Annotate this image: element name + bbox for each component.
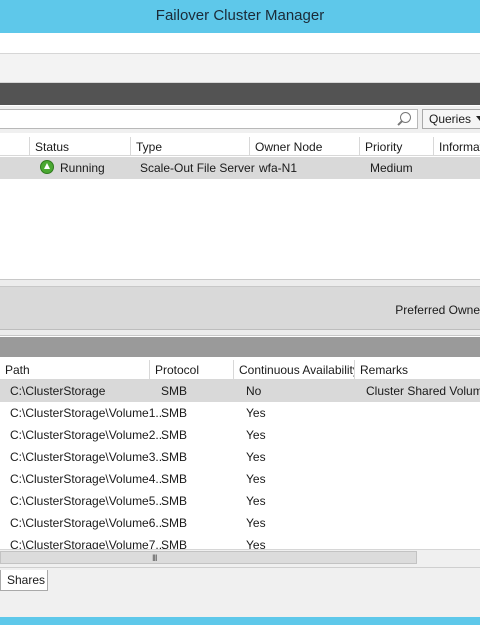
queries-button[interactable]: Queries [422,109,480,129]
table-row[interactable]: C:\ClusterStorage SMB No Cluster Shared … [0,380,480,402]
preferred-owners-link[interactable]: Preferred Owne [395,303,480,317]
window-title: Failover Cluster Manager [155,7,325,24]
table-row[interactable]: C:\ClusterStorage\Volume2... SMB Yes [0,424,480,446]
status-area [0,591,480,617]
details-summary-pane: Preferred Owne [0,287,480,330]
role-owner-node: wfa-N1 [259,161,298,175]
share-path: C:\ClusterStorage\Volume1... [10,406,166,420]
scrollbar-thumb[interactable] [0,551,417,564]
table-row[interactable]: C:\ClusterStorage\Volume4... SMB Yes [0,468,480,490]
column-header-information[interactable]: Informati [434,137,480,156]
column-header-remarks[interactable]: Remarks [355,360,480,380]
share-protocol: SMB [161,450,188,464]
share-protocol: SMB [161,384,188,398]
toolbar [0,54,480,83]
share-ca: Yes [246,428,266,442]
share-ca: Yes [246,472,266,486]
shares-pane-header [0,337,480,357]
share-ca: Yes [246,494,266,508]
share-path: C:\ClusterStorage\Volume7... [10,538,166,549]
share-ca: No [246,384,262,398]
column-header-protocol[interactable]: Protocol [150,360,234,380]
table-row[interactable]: C:\ClusterStorage\Volume7... SMB Yes [0,534,480,549]
share-ca: Yes [246,538,266,549]
share-ca: Yes [246,516,266,530]
column-header-owner-node[interactable]: Owner Node [250,137,360,156]
share-protocol: SMB [161,406,188,420]
share-protocol: SMB [161,516,188,530]
table-row[interactable]: C:\ClusterStorage\Volume6... SMB Yes [0,512,480,534]
shares-grid: Path Protocol Continuous Availability Re… [0,360,480,549]
share-protocol: SMB [161,494,188,508]
table-row[interactable]: C:\ClusterStorage\Volume3... SMB Yes [0,446,480,468]
role-status: Running [60,161,105,175]
table-row[interactable]: Running Scale-Out File Server wfa-N1 Med… [0,157,480,179]
share-protocol: SMB [161,538,188,549]
column-header-type[interactable]: Type [131,137,250,156]
window-bottom-border [0,617,480,625]
running-status-icon [40,160,54,174]
share-protocol: SMB [161,472,188,486]
tab-strip: Shares [0,567,480,592]
roles-pane-header [0,83,480,105]
role-priority: Medium [370,161,413,175]
column-header-path[interactable]: Path [0,360,150,380]
tab-shares[interactable]: Shares [0,570,48,591]
queries-label: Queries [429,112,472,126]
column-header-priority[interactable]: Priority [360,137,434,156]
column-header-name[interactable] [0,137,30,156]
pane-splitter-lower[interactable] [0,330,480,336]
pane-splitter[interactable] [0,279,480,287]
column-header-status[interactable]: Status [30,137,131,156]
share-remarks: Cluster Shared Volumes [366,384,480,398]
role-type: Scale-Out File Server [140,161,255,175]
share-path: C:\ClusterStorage\Volume6... [10,516,166,530]
share-path: C:\ClusterStorage\Volume5... [10,494,166,508]
search-input[interactable] [0,109,418,129]
column-header-continuous-availability[interactable]: Continuous Availability [234,360,355,380]
share-ca: Yes [246,406,266,420]
share-protocol: SMB [161,428,188,442]
share-path: C:\ClusterStorage [10,384,106,398]
share-ca: Yes [246,450,266,464]
scrollbar-grip-icon: III [152,553,157,563]
share-path: C:\ClusterStorage\Volume3... [10,450,166,464]
share-path: C:\ClusterStorage\Volume2... [10,428,166,442]
chevron-down-icon [476,116,480,121]
roles-grid: Status Type Owner Node Priority Informat… [0,137,480,279]
search-row: Queries [0,106,480,133]
menu-bar [0,33,480,54]
title-bar: Failover Cluster Manager [0,0,480,33]
search-icon[interactable] [400,112,411,123]
table-row[interactable]: C:\ClusterStorage\Volume5... SMB Yes [0,490,480,512]
table-row[interactable]: C:\ClusterStorage\Volume1... SMB Yes [0,402,480,424]
share-path: C:\ClusterStorage\Volume4... [10,472,166,486]
